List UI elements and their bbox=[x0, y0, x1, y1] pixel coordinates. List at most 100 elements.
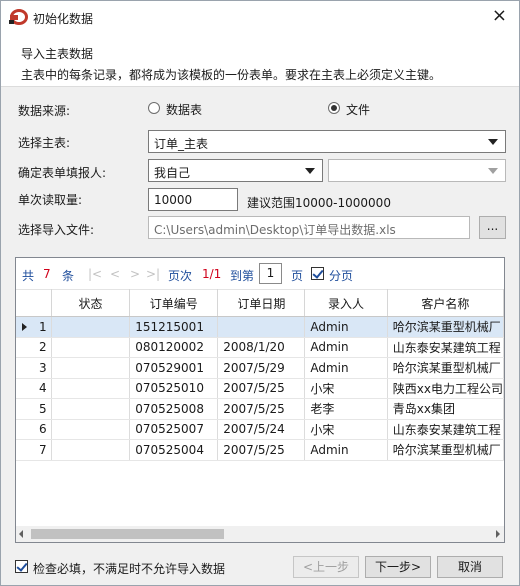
table-row[interactable]: 1 151215001 Admin 哈尔滨某重型机械厂 bbox=[16, 316, 505, 338]
scroll-left-icon[interactable] bbox=[19, 530, 23, 538]
prev-page-button[interactable]: < bbox=[110, 267, 120, 281]
cell-text: 2007/5/29 bbox=[223, 360, 285, 375]
cell-text: 山东泰安某建筑工程 bbox=[392, 422, 501, 437]
last-page-button[interactable]: >| bbox=[146, 267, 160, 281]
column-header[interactable]: 订单编号 bbox=[129, 289, 219, 317]
row-number-cell[interactable]: 5 bbox=[16, 398, 52, 420]
radio-source-table-label[interactable]: 数据表 bbox=[166, 101, 202, 118]
table-cell[interactable]: 2007/5/25 bbox=[217, 398, 306, 420]
data-source-label: 数据来源: bbox=[18, 104, 71, 118]
batch-size-input[interactable]: 10000 bbox=[148, 188, 238, 211]
required-check-label[interactable]: 检查必填，不满足时不允许导入数据 bbox=[33, 560, 225, 577]
table-cell[interactable]: 070529001 bbox=[129, 357, 219, 379]
scrollbar-thumb[interactable] bbox=[31, 529, 224, 539]
table-cell[interactable]: 2007/5/25 bbox=[217, 378, 306, 399]
table-cell[interactable]: 哈尔滨某重型机械厂 bbox=[387, 316, 505, 338]
table-cell[interactable]: 080120002 bbox=[129, 337, 219, 358]
table-cell[interactable]: 2007/5/29 bbox=[217, 357, 306, 379]
row-number-cell[interactable]: 4 bbox=[16, 378, 52, 399]
chevron-down-icon bbox=[488, 139, 498, 145]
required-check-checkbox[interactable] bbox=[15, 560, 28, 573]
table-cell[interactable]: 151215001 bbox=[129, 316, 219, 338]
table-cell[interactable] bbox=[51, 337, 131, 358]
cell-text: 4 bbox=[39, 381, 47, 396]
table-cell[interactable]: 哈尔滨某重型机械厂 bbox=[387, 439, 505, 461]
cell-text: 5 bbox=[39, 401, 47, 416]
row-number-cell[interactable]: 1 bbox=[16, 316, 52, 338]
cell-text: 2007/5/25 bbox=[223, 442, 285, 457]
cell-text: 070529001 bbox=[135, 360, 204, 375]
row-number-cell[interactable]: 7 bbox=[16, 439, 52, 461]
table-cell[interactable]: 2008/1/20 bbox=[217, 337, 306, 358]
page-current: 1/1 bbox=[202, 267, 222, 281]
table-cell[interactable] bbox=[217, 316, 306, 338]
main-table-select[interactable]: 订单_主表 bbox=[148, 130, 506, 153]
column-header[interactable]: 状态 bbox=[51, 289, 131, 317]
table-cell[interactable] bbox=[51, 378, 131, 399]
current-row-icon bbox=[22, 322, 27, 331]
form-filler-select[interactable]: 我自己 bbox=[148, 159, 323, 182]
page-suffix: 页 bbox=[291, 269, 304, 283]
table-cell[interactable] bbox=[51, 398, 131, 420]
table-cell[interactable]: 山东泰安某建筑工程 bbox=[387, 419, 505, 440]
table-cell[interactable]: 2007/5/25 bbox=[217, 439, 306, 461]
paging-checkbox[interactable] bbox=[311, 267, 324, 280]
prev-step-button[interactable]: <上一步 bbox=[293, 556, 359, 578]
paging-label[interactable]: 分页 bbox=[329, 267, 353, 284]
table-cell[interactable]: 小宋 bbox=[304, 378, 388, 399]
radio-source-table[interactable] bbox=[148, 102, 160, 114]
scroll-right-icon[interactable] bbox=[496, 530, 500, 538]
table-cell[interactable]: 哈尔滨某重型机械厂 bbox=[387, 357, 505, 379]
radio-source-file-label[interactable]: 文件 bbox=[346, 101, 370, 118]
form-filler-secondary-select[interactable] bbox=[328, 159, 506, 182]
table-cell[interactable] bbox=[51, 419, 131, 440]
total-count: 7 bbox=[43, 267, 51, 281]
table-row[interactable]: 7 070525004 2007/5/25 Admin 哈尔滨某重型机械厂 bbox=[16, 439, 505, 461]
table-cell[interactable]: 青岛xx集团 bbox=[387, 398, 505, 420]
table-cell[interactable]: 陕西xx电力工程公司 bbox=[387, 378, 505, 399]
table-cell[interactable]: 070525007 bbox=[129, 419, 219, 440]
table-row[interactable]: 2 080120002 2008/1/20 Admin 山东泰安某建筑工程 bbox=[16, 337, 505, 358]
table-cell[interactable]: 070525008 bbox=[129, 398, 219, 420]
cell-text: 070525007 bbox=[135, 422, 204, 437]
table-cell[interactable]: 小宋 bbox=[304, 419, 388, 440]
table-cell[interactable]: Admin bbox=[304, 357, 388, 379]
table-cell[interactable]: 山东泰安某建筑工程 bbox=[387, 337, 505, 358]
table-row[interactable]: 3 070529001 2007/5/29 Admin 哈尔滨某重型机械厂 bbox=[16, 357, 505, 379]
horizontal-scrollbar[interactable] bbox=[16, 526, 504, 542]
goto-page-input[interactable]: 1 bbox=[259, 263, 282, 284]
cell-text: 6 bbox=[39, 422, 47, 437]
browse-button[interactable]: ... bbox=[479, 216, 506, 239]
cell-text: 陕西xx电力工程公司 bbox=[392, 381, 503, 396]
table-row[interactable]: 4 070525010 2007/5/25 小宋 陕西xx电力工程公司 bbox=[16, 378, 505, 399]
row-number-cell[interactable]: 3 bbox=[16, 357, 52, 379]
first-page-button[interactable]: |< bbox=[88, 267, 102, 281]
table-cell[interactable]: 070525004 bbox=[129, 439, 219, 461]
table-cell[interactable] bbox=[51, 357, 131, 379]
table-cell[interactable]: 2007/5/24 bbox=[217, 419, 306, 440]
column-header[interactable]: 录入人 bbox=[304, 289, 388, 317]
cell-text: 老李 bbox=[310, 402, 335, 417]
table-cell[interactable]: 老李 bbox=[304, 398, 388, 420]
cell-text: 1 bbox=[39, 319, 47, 334]
next-page-button[interactable]: > bbox=[130, 267, 140, 281]
cell-text: 080120002 bbox=[135, 340, 204, 355]
column-header[interactable]: 订单日期 bbox=[217, 289, 306, 317]
row-number-cell[interactable]: 6 bbox=[16, 419, 52, 440]
column-header[interactable]: 客户名称 bbox=[387, 289, 505, 317]
radio-source-file[interactable] bbox=[328, 102, 340, 114]
table-cell[interactable]: Admin bbox=[304, 337, 388, 358]
table-cell[interactable]: Admin bbox=[304, 316, 388, 338]
window-title: 初始化数据 bbox=[33, 12, 94, 26]
table-cell[interactable] bbox=[51, 439, 131, 461]
table-row[interactable]: 5 070525008 2007/5/25 老李 青岛xx集团 bbox=[16, 398, 505, 420]
close-icon[interactable]: × bbox=[492, 6, 507, 26]
table-cell[interactable]: 070525010 bbox=[129, 378, 219, 399]
row-number-cell[interactable]: 2 bbox=[16, 337, 52, 358]
cancel-button[interactable]: 取消 bbox=[437, 556, 503, 578]
table-cell[interactable] bbox=[51, 316, 131, 338]
cell-text: 070525008 bbox=[135, 401, 204, 416]
table-cell[interactable]: Admin bbox=[304, 439, 388, 461]
table-row[interactable]: 6 070525007 2007/5/24 小宋 山东泰安某建筑工程 bbox=[16, 419, 505, 440]
next-step-button[interactable]: 下一步> bbox=[365, 556, 431, 578]
